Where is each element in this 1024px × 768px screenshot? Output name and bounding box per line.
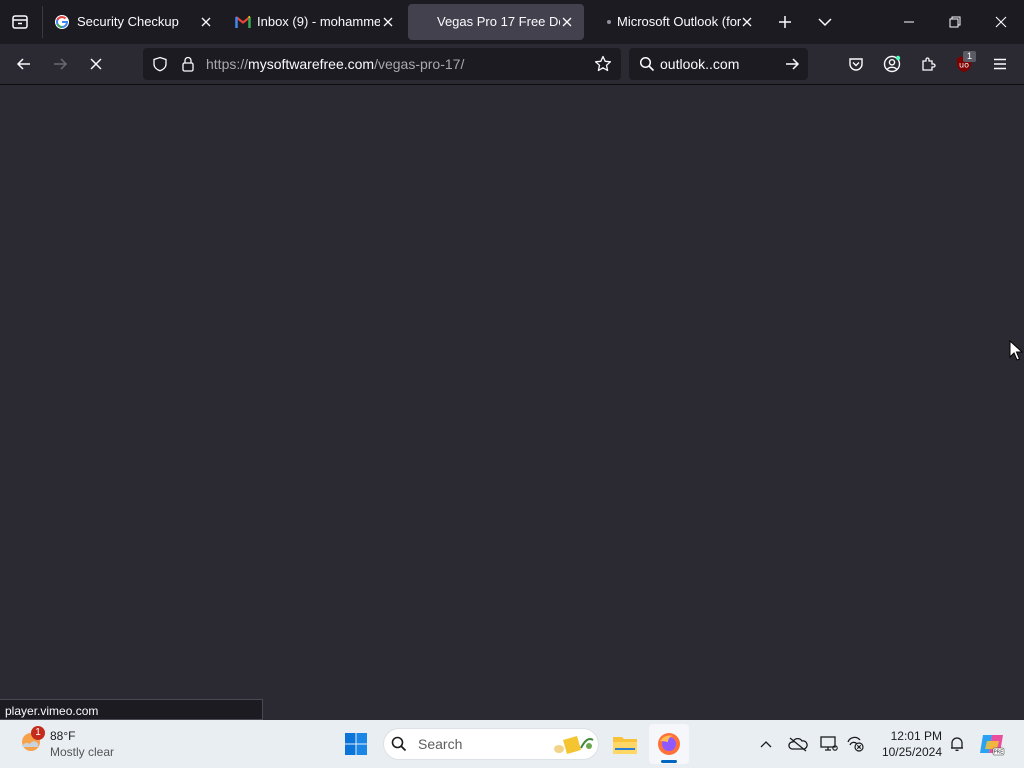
copilot-icon: PRE [980, 735, 1005, 756]
tab-title: Vegas Pro 17 Free Down [437, 14, 560, 29]
clock-time[interactable]: 12:01 PM [874, 729, 942, 743]
tab-title: Microsoft Outlook (for [617, 14, 741, 29]
url-path: /vegas-pro-17/ [374, 56, 465, 72]
tab-separator [42, 6, 43, 38]
account-icon [883, 55, 901, 73]
restore-icon [949, 16, 961, 28]
network-disconnected-icon[interactable] [844, 733, 866, 755]
puzzle-icon [922, 57, 936, 71]
arrow-right-icon [54, 58, 68, 70]
google-icon [54, 14, 70, 30]
bell-icon [951, 737, 963, 751]
account-button[interactable] [876, 48, 908, 80]
plus-icon [779, 16, 791, 28]
minimize-button[interactable] [892, 6, 926, 38]
list-all-tabs-button[interactable] [809, 6, 841, 38]
page-content [0, 85, 1024, 720]
firefox-view-icon [12, 15, 28, 29]
notifications-button[interactable] [946, 733, 968, 755]
tab-microsoft-outlook[interactable]: Microsoft Outlook (for [588, 4, 766, 40]
lock-icon [182, 56, 194, 72]
pocket-button[interactable] [840, 48, 872, 80]
tab-vegas-pro[interactable]: Vegas Pro 17 Free Down [408, 4, 584, 40]
windows-logo-icon [345, 733, 367, 755]
site-info-button[interactable] [172, 48, 204, 80]
search-input[interactable]: outlook..com [660, 56, 739, 72]
new-tab-button[interactable] [769, 6, 801, 38]
firefox-taskbar-button[interactable] [649, 724, 689, 764]
clock-date[interactable]: 10/25/2024 [874, 745, 942, 759]
start-button[interactable] [340, 728, 372, 760]
app-menu-button[interactable] [984, 48, 1016, 80]
tab-gmail-inbox[interactable]: Inbox (9) - mohammed [226, 4, 404, 40]
close-tab-icon[interactable] [739, 14, 755, 30]
back-button[interactable] [8, 48, 40, 80]
shield-icon [153, 56, 167, 72]
arrow-right-icon [786, 58, 800, 70]
restore-button[interactable] [938, 6, 972, 38]
pocket-icon [849, 58, 863, 71]
url-host: mysoftwarefree.com [248, 56, 375, 72]
forward-button[interactable] [44, 48, 76, 80]
onedrive-icon[interactable] [787, 733, 809, 755]
tab-title: Security Checkup [77, 14, 179, 29]
search-highlight-icon [550, 731, 596, 757]
weather-condition[interactable]: Mostly clear [50, 745, 114, 759]
folder-icon [613, 737, 637, 754]
weather-badge: 1 [31, 726, 45, 740]
status-panel: player.vimeo.com [0, 699, 263, 720]
url-scheme: https:// [206, 56, 249, 72]
minimize-icon [904, 21, 914, 23]
gmail-icon [235, 15, 251, 29]
dot-icon [607, 20, 611, 24]
chevron-up-icon [760, 741, 772, 748]
stop-icon [90, 58, 102, 70]
tab-title: Inbox (9) - mohammed [257, 14, 380, 29]
search-icon [390, 735, 408, 753]
firefox-view-button[interactable] [4, 6, 36, 38]
close-window-button[interactable] [984, 6, 1018, 38]
extension-badge: 1 [963, 51, 976, 62]
tab-strip: Security Checkup Inbox (9) - mohammed Ve… [0, 0, 1024, 44]
active-indicator [661, 760, 677, 763]
tab-security-checkup[interactable]: Security Checkup [44, 4, 222, 40]
stop-button[interactable] [80, 48, 112, 80]
arrow-left-icon [16, 58, 30, 70]
hamburger-menu-icon [994, 58, 1006, 70]
taskbar-search-placeholder: Search [418, 736, 463, 752]
star-icon [594, 55, 612, 72]
close-tab-icon[interactable] [198, 14, 214, 30]
search-icon [639, 56, 655, 72]
ublock-origin-button[interactable]: uo 1 [948, 48, 980, 80]
copilot-button[interactable]: PRE [978, 730, 1006, 758]
close-tab-icon[interactable] [559, 14, 575, 30]
weather-temp[interactable]: 88°F [50, 729, 75, 743]
loading-icon [418, 14, 434, 30]
svg-text:PRE: PRE [994, 750, 1004, 756]
url-text[interactable]: https://mysoftwarefree.com/vegas-pro-17/ [206, 56, 464, 72]
file-explorer-button[interactable] [609, 728, 641, 760]
search-engine-button[interactable] [631, 48, 663, 80]
mouse-cursor-icon [1009, 340, 1023, 361]
close-icon [995, 16, 1007, 28]
show-hidden-icons-button[interactable] [756, 734, 776, 754]
close-tab-icon[interactable] [380, 14, 396, 30]
search-go-button[interactable] [776, 48, 808, 80]
firefox-icon [658, 733, 680, 755]
extensions-button[interactable] [912, 48, 944, 80]
display-icon[interactable] [818, 733, 840, 755]
bookmark-button[interactable] [587, 48, 619, 80]
chevron-down-icon [818, 18, 832, 27]
weather-widget-icon[interactable]: 1 [16, 726, 46, 757]
